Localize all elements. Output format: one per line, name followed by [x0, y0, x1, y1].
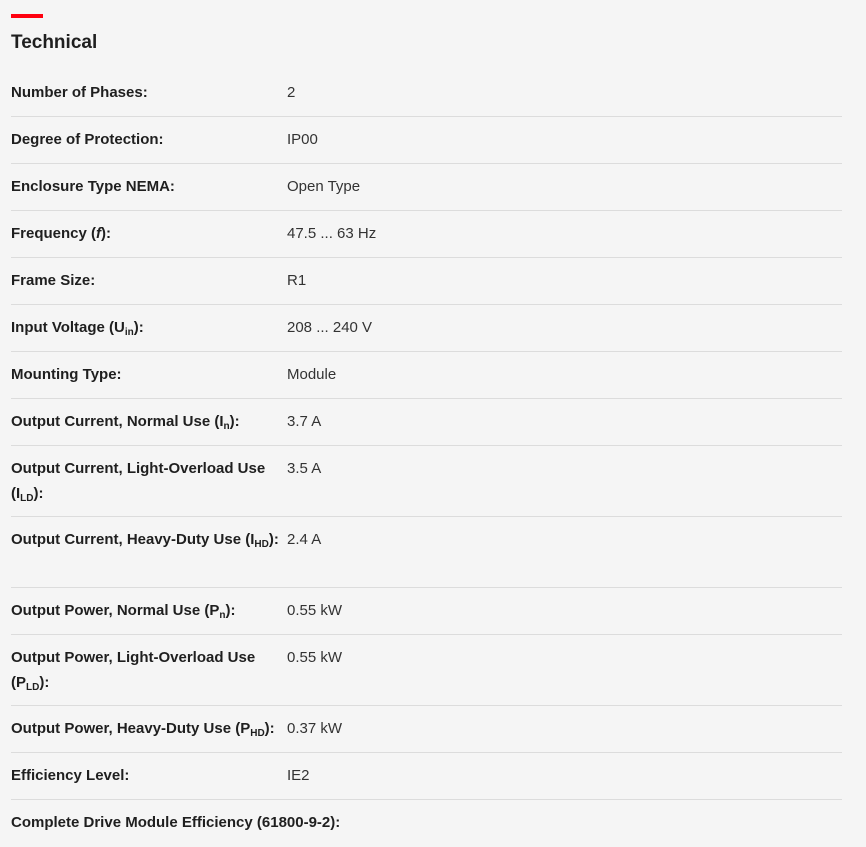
- spec-value: 3.5 A: [287, 460, 322, 477]
- spec-row-output-current-heavy-duty: Output Current, Heavy-Duty Use (IHD): 2.…: [11, 517, 842, 588]
- spec-value: 47.5 ... 63 Hz: [287, 225, 377, 242]
- spec-label: Frame Size:: [11, 272, 96, 289]
- spec-value: Module: [287, 366, 337, 383]
- section-title: Technical: [11, 32, 98, 53]
- spec-row-output-current-light-overload: Output Current, Light-Overload Use (ILD)…: [11, 446, 842, 517]
- spec-label: Output Current, Normal Use (In):: [11, 413, 240, 432]
- spec-label: Number of Phases:: [11, 84, 148, 101]
- spec-row-efficiency-level: Efficiency Level: IE2: [11, 753, 842, 800]
- spec-label: Output Power, Heavy-Duty Use (PHD):: [11, 720, 275, 739]
- section-accent-bar: [11, 14, 43, 18]
- spec-value: 0.55 kW: [287, 602, 343, 619]
- spec-value: 2.4 A: [287, 531, 322, 548]
- spec-row-input-voltage: Input Voltage (Uin): 208 ... 240 V: [11, 305, 842, 352]
- spec-row-frequency: Frequency (f): 47.5 ... 63 Hz: [11, 211, 842, 258]
- spec-row-output-power-normal: Output Power, Normal Use (Pn): 0.55 kW: [11, 588, 842, 635]
- spec-label: Complete Drive Module Efficiency (61800-…: [11, 814, 341, 831]
- spec-label: Output Current, Light-Overload Use (ILD)…: [11, 460, 266, 504]
- spec-label: Output Current, Heavy-Duty Use (IHD):: [11, 531, 279, 550]
- spec-row-output-power-light-overload: Output Power, Light-Overload Use (PLD): …: [11, 635, 842, 706]
- spec-value: 208 ... 240 V: [287, 319, 373, 336]
- spec-label: Frequency (f):: [11, 225, 112, 242]
- spec-value: R1: [287, 272, 307, 289]
- spec-label: Enclosure Type NEMA:: [11, 178, 175, 195]
- technical-section: Technical Number of Phases: 2 Degree of …: [0, 0, 866, 840]
- spec-value: 0.37 kW: [287, 720, 343, 737]
- spec-row-mounting-type: Mounting Type: Module: [11, 352, 842, 399]
- spec-value: IP00: [287, 131, 318, 148]
- spec-row-enclosure-type: Enclosure Type NEMA: Open Type: [11, 164, 842, 211]
- spec-label: Output Power, Normal Use (Pn):: [11, 602, 236, 621]
- spec-value: Open Type: [287, 178, 361, 195]
- spec-label: Output Power, Light-Overload Use (PLD):: [11, 649, 256, 693]
- spec-value: 0.55 kW: [287, 649, 343, 666]
- spec-label: Degree of Protection:: [11, 131, 164, 148]
- spec-row-output-power-heavy-duty: Output Power, Heavy-Duty Use (PHD): 0.37…: [11, 706, 842, 753]
- spec-row-number-of-phases: Number of Phases: 2: [11, 70, 842, 117]
- spec-row-frame-size: Frame Size: R1: [11, 258, 842, 305]
- spec-value: 3.7 A: [287, 413, 322, 430]
- spec-label: Input Voltage (Uin):: [11, 319, 144, 338]
- spec-value: 2: [287, 84, 296, 101]
- spec-label: Efficiency Level:: [11, 767, 130, 784]
- spec-row-output-current-normal: Output Current, Normal Use (In): 3.7 A: [11, 399, 842, 446]
- spec-label: Mounting Type:: [11, 366, 122, 383]
- spec-row-degree-of-protection: Degree of Protection: IP00: [11, 117, 842, 164]
- spec-value: IE2: [287, 767, 310, 784]
- spec-table: Number of Phases: 2 Degree of Protection…: [11, 70, 842, 847]
